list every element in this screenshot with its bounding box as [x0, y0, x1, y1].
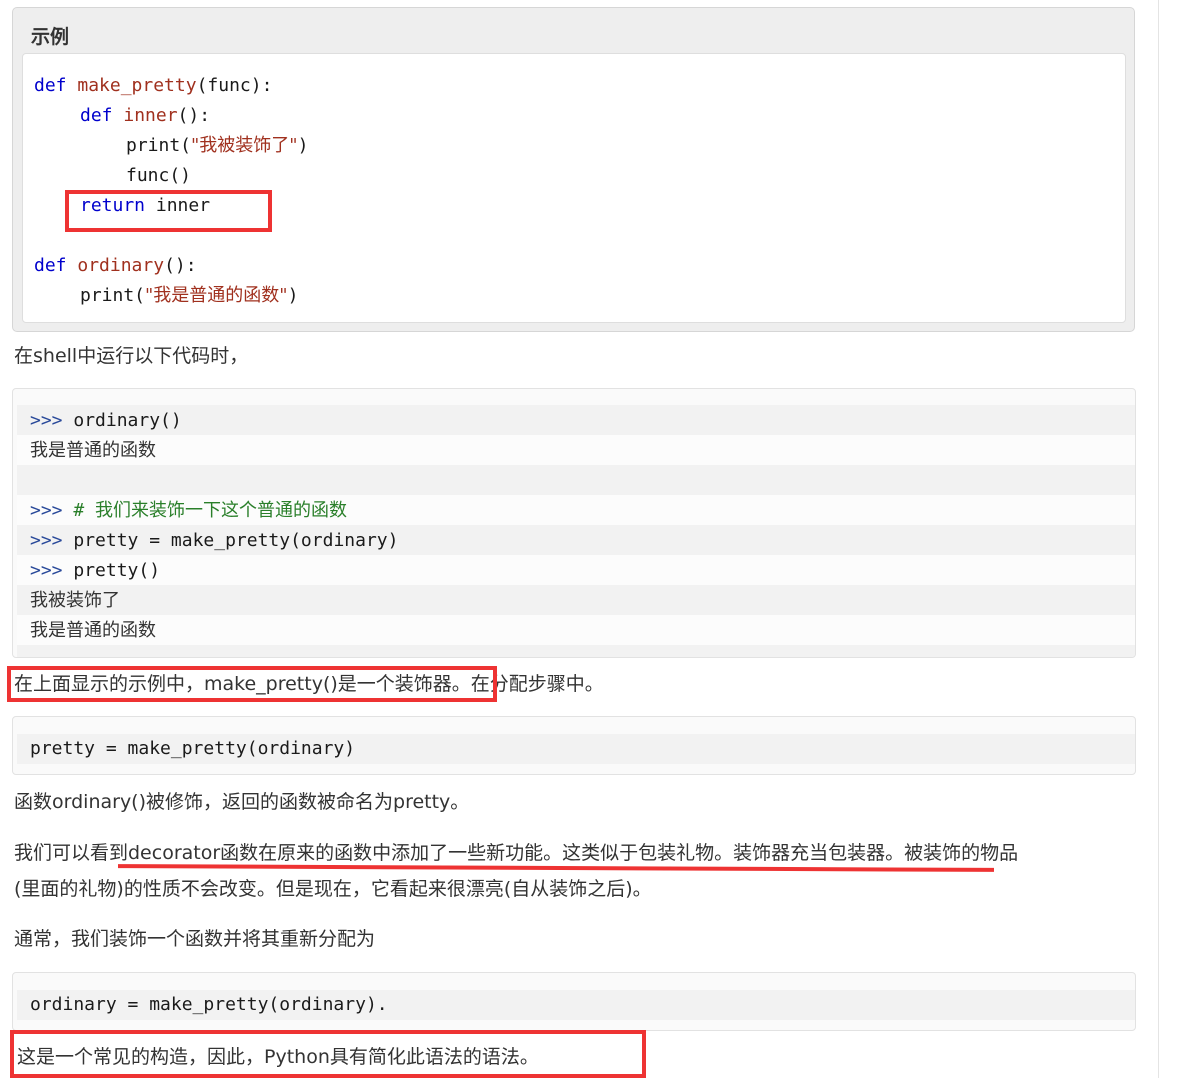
paragraph-ordinary: 函数ordinary()被修饰，返回的函数被命名为pretty。	[14, 791, 470, 813]
shell-line: >>> pretty()	[30, 556, 160, 586]
highlight-box-syntax	[10, 1030, 646, 1078]
code-line: pretty = make_pretty(ordinary)	[30, 738, 356, 759]
code-text: )	[287, 285, 299, 306]
code-stripe	[17, 465, 1135, 495]
shell-output: 我被装饰了	[30, 590, 120, 611]
code-line: def inner():	[80, 101, 210, 131]
code-block: ordinary = make_pretty(ordinary).	[12, 972, 1136, 1031]
example-box: 示例 def make_pretty(func): def inner(): p…	[12, 7, 1135, 332]
code-text: )	[297, 135, 309, 156]
code-line: print("我是普通的函数")	[80, 281, 298, 311]
paragraph-explanation-line2: (里面的礼物)的性质不会改变。但是现在，它看起来很漂亮(自从装饰之后)。	[14, 878, 652, 900]
shell-prompt: >>>	[30, 410, 63, 431]
keyword: def	[34, 75, 67, 96]
code-line: ordinary = make_pretty(ordinary).	[30, 994, 388, 1015]
code-text: print(	[126, 135, 192, 156]
code-stripe	[17, 435, 1135, 465]
shell-output: 我是普通的函数	[30, 620, 156, 641]
code-text: pretty()	[73, 560, 161, 581]
code-line: print("我被装饰了")	[126, 131, 308, 161]
code-line: func()	[126, 165, 192, 186]
shell-prompt: >>>	[30, 560, 63, 581]
code-line: def ordinary():	[34, 251, 197, 281]
shell-block: >>> ordinary() 我是普通的函数 >>> # 我们来装饰一下这个普通…	[12, 388, 1136, 658]
keyword: def	[80, 105, 113, 126]
example-title: 示例	[31, 26, 70, 48]
code-text: ():	[177, 105, 211, 126]
shell-output: 我是普通的函数	[30, 440, 156, 461]
shell-line: >>> # 我们来装饰一下这个普通的函数	[30, 496, 347, 526]
code-stripe	[17, 555, 1135, 585]
code-text: ():	[164, 255, 197, 276]
function-name: inner	[123, 105, 178, 126]
code-text: print(	[80, 285, 146, 306]
keyword: def	[34, 255, 67, 276]
shell-prompt: >>>	[30, 500, 63, 521]
code-text: pretty = make_pretty(ordinary)	[73, 530, 399, 551]
function-name: make_pretty	[77, 75, 197, 96]
string-literal: "我被装饰了"	[191, 135, 298, 156]
paragraph-shell-intro: 在shell中运行以下代码时，	[14, 345, 249, 367]
example-code-block: def make_pretty(func): def inner(): prin…	[22, 53, 1126, 323]
shell-line: >>> ordinary()	[30, 406, 182, 436]
code-text: ordinary()	[73, 410, 182, 431]
shell-prompt: >>>	[30, 530, 63, 551]
code-text: (func):	[196, 75, 273, 96]
highlight-box-return	[65, 190, 272, 232]
paragraph-reassign: 通常，我们装饰一个函数并将其重新分配为	[14, 928, 376, 950]
code-stripe	[17, 615, 1135, 645]
code-comment: # 我们来装饰一下这个普通的函数	[73, 500, 348, 521]
code-stripe	[17, 585, 1135, 615]
string-literal: "我是普通的函数"	[145, 285, 288, 306]
right-divider	[1158, 0, 1159, 1078]
function-name: ordinary	[77, 255, 165, 276]
highlight-box-decorator	[7, 666, 497, 702]
code-line: def make_pretty(func):	[34, 71, 272, 101]
shell-line: >>> pretty = make_pretty(ordinary)	[30, 526, 398, 556]
code-block: pretty = make_pretty(ordinary)	[12, 716, 1136, 775]
code-stripe	[17, 645, 1135, 657]
code-stripe	[17, 405, 1135, 435]
